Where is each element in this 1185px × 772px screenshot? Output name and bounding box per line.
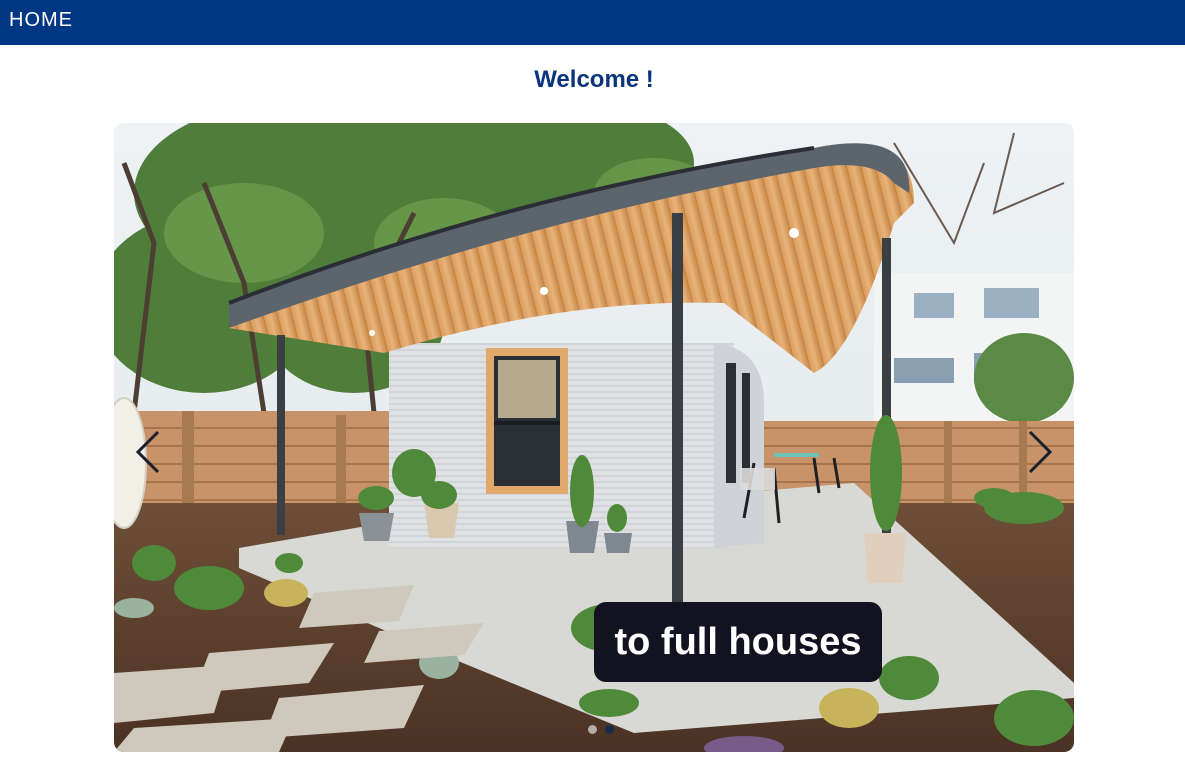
top-navbar: HOME: [0, 0, 1185, 45]
carousel-dot-1[interactable]: [588, 725, 597, 734]
chevron-right-icon: [1028, 430, 1053, 474]
chevron-left-icon: [135, 430, 160, 474]
carousel-next-button[interactable]: [1020, 427, 1060, 477]
nav-home-link[interactable]: HOME: [9, 9, 73, 32]
carousel-prev-button[interactable]: [128, 427, 168, 477]
carousel-indicators: [588, 725, 614, 734]
image-carousel[interactable]: to full houses: [114, 123, 1074, 752]
carousel-dot-2[interactable]: [605, 725, 614, 734]
page-title: Welcome !: [534, 66, 654, 93]
carousel-caption: to full houses: [594, 602, 882, 682]
